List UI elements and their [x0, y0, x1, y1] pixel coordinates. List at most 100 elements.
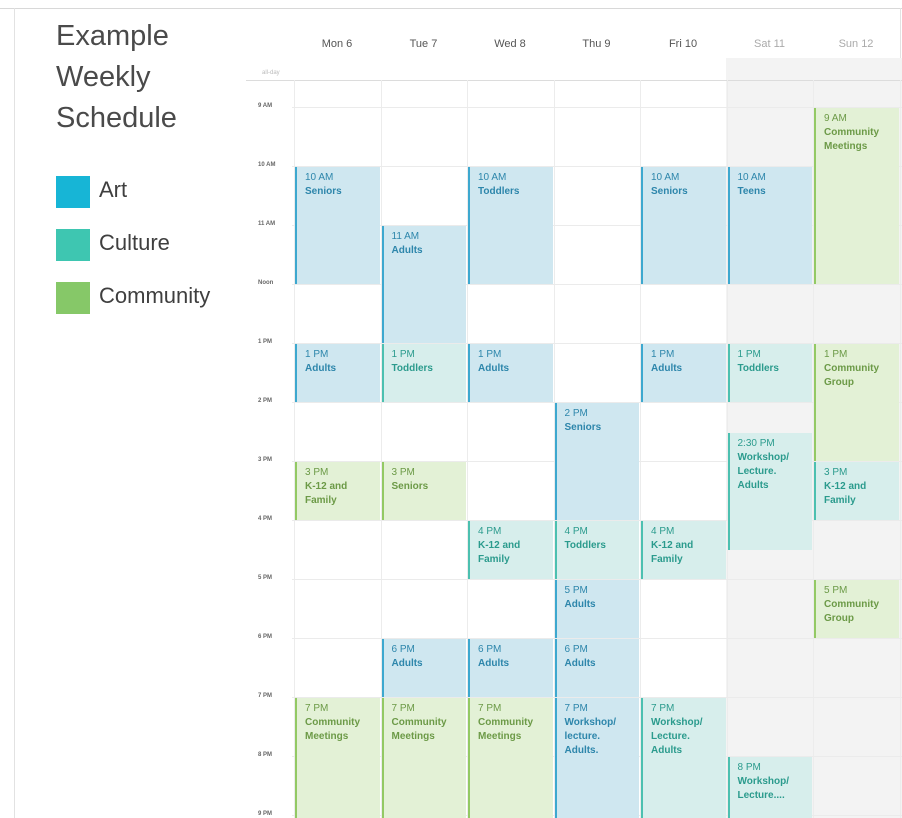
- calendar-event[interactable]: 1 PM Adults: [641, 344, 726, 402]
- header-divider: [246, 80, 902, 81]
- culture-swatch: [56, 229, 90, 261]
- event-time: 3 PM: [305, 467, 329, 478]
- calendar-event[interactable]: 7 PM Community Meetings: [468, 698, 553, 818]
- calendar-event[interactable]: 3 PM Seniors: [381, 462, 466, 520]
- event-time: 6 PM: [391, 644, 415, 655]
- event-time: 5 PM: [824, 585, 848, 596]
- event-time: 5 PM: [564, 585, 588, 596]
- calendar-event[interactable]: 2 PM Seniors: [554, 403, 639, 520]
- event-time: 7 PM: [391, 703, 415, 714]
- calendar-event[interactable]: 5 PM Community Group: [814, 580, 899, 638]
- calendar-event[interactable]: 1 PM Toddlers: [727, 344, 812, 402]
- calendar-event[interactable]: 1 PM Adults: [468, 344, 553, 402]
- calendar-event[interactable]: 6 PM Adults: [468, 639, 553, 697]
- legend-item-community: Community: [56, 280, 246, 314]
- calendar-event[interactable]: 10 AM Seniors: [295, 167, 380, 284]
- calendar-event[interactable]: 1 PM Toddlers: [381, 344, 466, 402]
- calendar-event[interactable]: 3 PM K-12 and Family: [295, 462, 380, 520]
- event-title: K-12 and Family: [824, 481, 867, 506]
- event-title: Adults: [305, 363, 337, 374]
- day-header[interactable]: Sun 12: [813, 38, 899, 50]
- event-title: Seniors: [305, 186, 342, 197]
- event-time: 1 PM: [478, 349, 502, 360]
- event-time: 7 PM: [564, 703, 588, 714]
- calendar-event[interactable]: 10 AM Toddlers: [468, 167, 553, 284]
- day-header[interactable]: Sat 11: [727, 38, 813, 50]
- event-time: 6 PM: [564, 644, 588, 655]
- event-time: 3 PM: [391, 467, 415, 478]
- hour-label: 5 PM: [258, 575, 273, 581]
- event-time: 4 PM: [564, 526, 588, 537]
- weekly-calendar: all-day Mon 6 Tue 7 Wed 8 Thu 9 Fri 10 Sat 11…: [246, 28, 902, 818]
- event-title: Seniors: [391, 481, 429, 492]
- event-title: Workshop/ Lecture....: [737, 776, 789, 801]
- calendar-event[interactable]: 4 PM Toddlers: [554, 521, 639, 579]
- calendar-event[interactable]: 10 AM Teens: [727, 167, 812, 284]
- day-column-divider: [899, 80, 901, 818]
- calendar-event[interactable]: 11 AM Adults: [381, 226, 466, 343]
- title-line: Example: [56, 20, 169, 52]
- event-title: Community Meetings: [391, 717, 447, 742]
- hour-label: 2 PM: [258, 398, 273, 404]
- event-time: 8 PM: [737, 762, 761, 773]
- event-title: Toddlers: [737, 363, 779, 374]
- event-title: Workshop/ lecture. Adults.: [564, 717, 616, 756]
- hour-label: 4 PM: [258, 516, 273, 522]
- hour-gridline: [292, 107, 902, 108]
- event-time: 1 PM: [305, 349, 329, 360]
- day-header[interactable]: Fri 10: [640, 38, 726, 50]
- calendar-event[interactable]: 1 PM Community Group: [814, 344, 899, 461]
- calendar-event[interactable]: 5 PM Adults: [554, 580, 639, 638]
- calendar-event[interactable]: 7 PM Community Meetings: [295, 698, 380, 818]
- calendar-event[interactable]: 1 PM Adults: [295, 344, 380, 402]
- calendar-event[interactable]: 7 PM Community Meetings: [381, 698, 466, 818]
- hour-label: 3 PM: [258, 457, 273, 463]
- event-title: Adults: [564, 658, 596, 669]
- legend-label: Community: [99, 283, 211, 308]
- calendar-event[interactable]: 7 PM Workshop/ Lecture. Adults: [641, 698, 726, 818]
- calendar-event[interactable]: 2:30 PM Workshop/ Lecture. Adults: [727, 432, 812, 550]
- event-title: Seniors: [651, 186, 688, 197]
- window-top-border: [0, 0, 902, 9]
- event-title: Adults: [478, 658, 510, 669]
- event-title: K-12 and Family: [305, 481, 348, 506]
- legend-item-culture: Culture: [56, 227, 246, 261]
- event-time: 6 PM: [478, 644, 502, 655]
- event-title: Toddlers: [564, 540, 606, 551]
- event-title: Toddlers: [391, 363, 433, 374]
- hour-label: 8 PM: [258, 752, 273, 758]
- calendar-event[interactable]: 9 AM Community Meetings: [814, 108, 899, 284]
- all-day-label: all-day: [262, 70, 280, 76]
- calendar-event[interactable]: 6 PM Adults: [554, 639, 639, 697]
- calendar-event[interactable]: 7 PM Workshop/ lecture. Adults.: [554, 698, 639, 818]
- calendar-event[interactable]: 3 PM K-12 and Family: [814, 462, 899, 520]
- event-title: K-12 and Family: [651, 540, 694, 565]
- event-time: 7 PM: [305, 703, 329, 714]
- day-header[interactable]: Mon 6: [294, 38, 380, 50]
- legend-label: Art: [99, 177, 128, 202]
- event-time: 7 PM: [651, 703, 675, 714]
- event-title: Seniors: [564, 422, 602, 433]
- title-line: Schedule: [56, 102, 177, 134]
- community-swatch: [56, 282, 90, 314]
- event-time: 2:30 PM: [737, 437, 775, 449]
- event-time: 10 AM: [478, 172, 507, 183]
- event-title: Community Meetings: [305, 717, 360, 742]
- window-left-border: [14, 8, 15, 818]
- title-line: Weekly: [56, 61, 151, 93]
- calendar-event[interactable]: 4 PM K-12 and Family: [468, 521, 553, 579]
- calendar-event[interactable]: 10 AM Seniors: [641, 167, 726, 284]
- event-time: 10 AM: [305, 172, 334, 183]
- event-time: 9 AM: [824, 113, 847, 124]
- event-time: 10 AM: [651, 172, 680, 183]
- day-header[interactable]: Tue 7: [381, 38, 467, 50]
- event-title: Adults: [391, 245, 423, 256]
- day-header[interactable]: Thu 9: [554, 38, 640, 50]
- calendar-event[interactable]: 4 PM K-12 and Family: [641, 521, 726, 579]
- event-time: 1 PM: [737, 349, 761, 360]
- event-title: Community Meetings: [478, 717, 533, 742]
- calendar-event[interactable]: 6 PM Adults: [381, 639, 466, 697]
- day-header[interactable]: Wed 8: [467, 38, 553, 50]
- hour-label: 6 PM: [258, 634, 273, 640]
- calendar-event[interactable]: 8 PM Workshop/ Lecture....: [727, 757, 812, 818]
